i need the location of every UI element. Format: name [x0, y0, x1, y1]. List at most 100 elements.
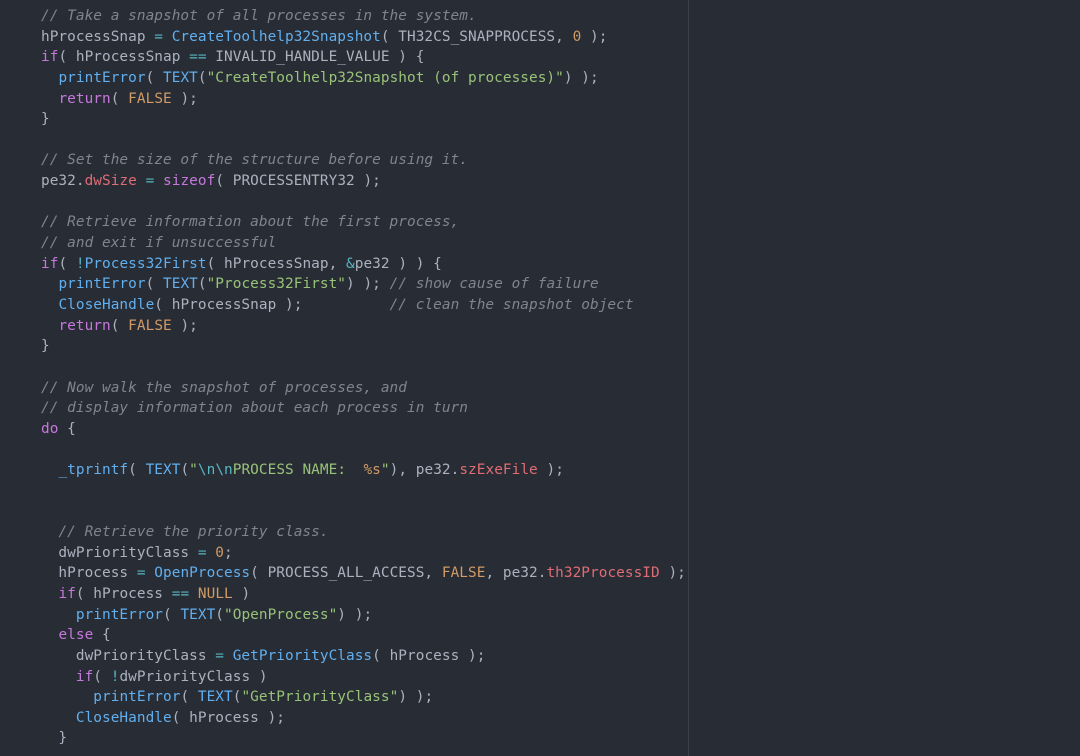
code-token-plain: ( [145, 69, 164, 86]
code-editor[interactable]: // Take a snapshot of all processes in t… [0, 0, 1080, 756]
code-line[interactable]: // Take a snapshot of all processes in t… [0, 6, 688, 27]
code-token-plain: ); [171, 317, 198, 334]
code-line[interactable]: pe32.dwSize = sizeof( PROCESSENTRY32 ); [0, 171, 688, 192]
code-token-func: CreateToolhelp32Snapshot [171, 28, 381, 45]
code-line[interactable]: // display information about each proces… [0, 398, 688, 419]
code-token-func: OpenProcess [154, 565, 251, 582]
code-token-plain: ( hProcess ); [372, 647, 486, 664]
code-line[interactable]: if( !dwPriorityClass ) [0, 667, 688, 688]
code-token-keyword: if [75, 668, 94, 685]
code-line[interactable]: // Retrieve the priority class. [0, 522, 688, 543]
code-line[interactable]: hProcess = OpenProcess( PROCESS_ALL_ACCE… [0, 563, 688, 584]
code-line[interactable]: } [0, 728, 688, 749]
code-token-string: " [189, 462, 198, 479]
code-token-keyword: if [41, 255, 59, 272]
code-token-operator: = [197, 544, 207, 561]
code-line[interactable]: if( hProcess == NULL ) [0, 584, 688, 605]
code-line[interactable]: // Set the size of the structure before … [0, 150, 688, 171]
code-line[interactable]: if( !Process32First( hProcessSnap, &pe32… [0, 254, 688, 275]
code-token-func: printError [75, 606, 163, 623]
code-token-plain: hProcess [41, 565, 137, 582]
code-line[interactable]: // and exit if unsuccessful [0, 233, 688, 254]
code-token-string: "GetPriorityClass" [241, 689, 399, 706]
code-token-plain: ( [128, 462, 146, 479]
code-line[interactable]: // Retrieve information about the first … [0, 212, 688, 233]
code-text-area[interactable]: // Take a snapshot of all processes in t… [0, 6, 688, 749]
code-line[interactable]: do { [0, 419, 688, 440]
code-token-plain: ( [197, 276, 207, 293]
code-token-escape: \n\n [197, 462, 233, 479]
code-token-plain: { [93, 627, 111, 644]
code-token-plain: ( [93, 668, 111, 685]
code-token-keyword: else [58, 627, 94, 644]
code-token-func: CloseHandle [58, 296, 155, 313]
code-token-plain: } [41, 111, 50, 128]
code-token-plain: ( hProcess [75, 585, 172, 602]
code-token-comment: // Take a snapshot of all processes in t… [41, 8, 477, 24]
code-line[interactable]: _tprintf( TEXT("\n\nPROCESS NAME: %s"), … [0, 460, 688, 481]
code-token-plain: ); [537, 462, 564, 479]
code-line[interactable] [0, 501, 688, 522]
code-line[interactable]: return( FALSE ); [0, 316, 688, 337]
code-token-plain: ), pe32. [389, 462, 460, 479]
code-line[interactable]: // Now walk the snapshot of processes, a… [0, 378, 688, 399]
code-token-plain: ( PROCESSENTRY32 ); [215, 173, 381, 190]
code-line[interactable] [0, 481, 688, 502]
code-token-func: TEXT [145, 462, 181, 479]
code-line[interactable]: } [0, 336, 688, 357]
code-token-plain: ( hProcess ); [171, 709, 285, 726]
code-line[interactable]: dwPriorityClass = GetPriorityClass( hPro… [0, 646, 688, 667]
code-line[interactable] [0, 357, 688, 378]
code-token-plain: ( hProcessSnap ); [154, 296, 390, 313]
code-line[interactable]: } [0, 109, 688, 130]
code-line[interactable]: printError( TEXT("CreateToolhelp32Snapsh… [0, 68, 688, 89]
code-token-plain: INVALID_HANDLE_VALUE ) { [206, 49, 425, 66]
code-token-string: "OpenProcess" [224, 606, 338, 623]
code-token-plain: ( [197, 69, 207, 86]
code-token-plain: ( [163, 606, 181, 623]
code-token-number: %s [363, 462, 381, 479]
code-line[interactable] [0, 192, 688, 213]
code-token-plain: ( [110, 90, 129, 107]
code-line[interactable]: else { [0, 625, 688, 646]
code-token-plain: ) ); [398, 689, 434, 706]
code-line[interactable]: printError( TEXT("Process32First") ); //… [0, 274, 688, 295]
code-token-plain: ) ); [346, 276, 390, 293]
code-token-operator: = [145, 173, 155, 190]
code-line[interactable]: CloseHandle( hProcessSnap ); // clean th… [0, 295, 688, 316]
code-token-func: printError [58, 276, 146, 293]
code-token-plain: dwPriorityClass [41, 544, 198, 561]
code-line[interactable] [0, 439, 688, 460]
code-token-func: Process32First [84, 255, 207, 272]
code-line[interactable]: CloseHandle( hProcess ); [0, 708, 688, 729]
code-token-keyword: return [58, 317, 111, 334]
code-token-operator: ! [75, 255, 85, 272]
code-token-comment: // and exit if unsuccessful [41, 235, 277, 252]
code-line[interactable]: printError( TEXT("OpenProcess") ); [0, 605, 688, 626]
code-token-property: th32ProcessID [546, 565, 660, 582]
code-line[interactable] [0, 130, 688, 151]
code-token-string: PROCESS NAME: [232, 462, 364, 479]
code-line[interactable]: return( FALSE ); [0, 89, 688, 110]
code-token-operator: = [136, 565, 146, 582]
code-token-plain: ( [145, 276, 164, 293]
code-token-comment: // Set the size of the structure before … [41, 152, 468, 169]
code-line[interactable]: dwPriorityClass = 0; [0, 543, 688, 564]
code-token-plain: ( [58, 255, 76, 272]
code-token-plain: pe32. [41, 173, 85, 190]
code-token-operator: == [171, 585, 190, 602]
code-token-plain: ( PROCESS_ALL_ACCESS, [250, 565, 442, 582]
code-token-plain: ) ); [563, 69, 599, 86]
code-token-plain: ); [171, 90, 198, 107]
code-line[interactable]: hProcessSnap = CreateToolhelp32Snapshot(… [0, 27, 688, 48]
code-line[interactable]: if( hProcessSnap == INVALID_HANDLE_VALUE… [0, 47, 688, 68]
code-token-keyword: do [41, 420, 59, 437]
code-line[interactable]: printError( TEXT("GetPriorityClass") ); [0, 687, 688, 708]
code-token-plain: ) ); [337, 606, 373, 623]
